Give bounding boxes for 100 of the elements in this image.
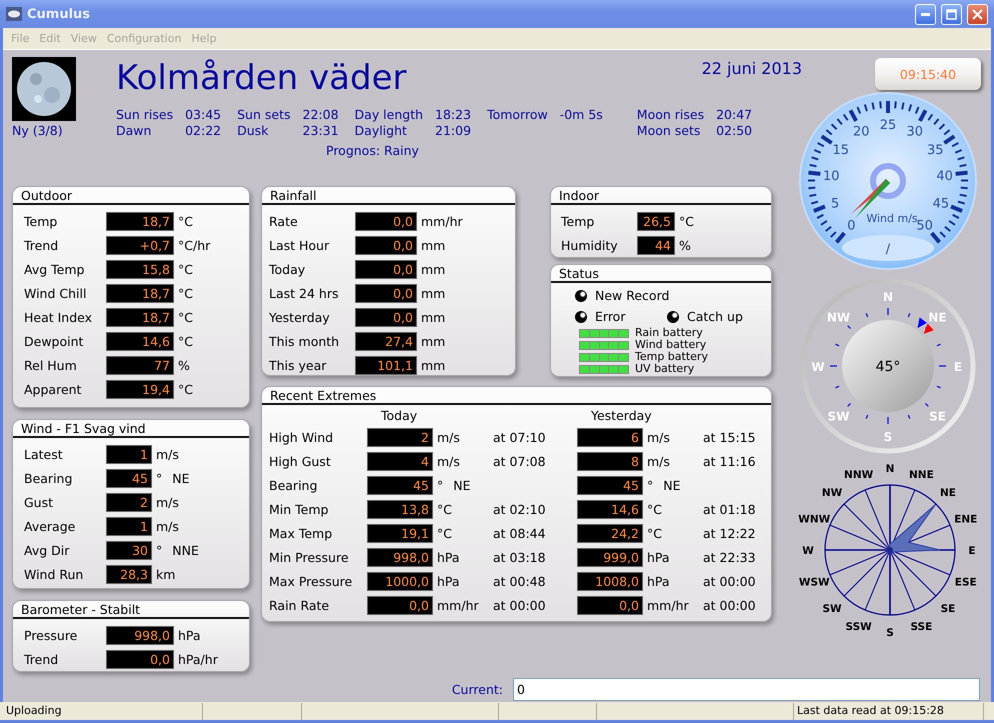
scale-label: 30 xyxy=(906,124,923,140)
direction-label: NW xyxy=(826,310,850,324)
direction-label: WNW xyxy=(798,514,830,526)
direction-label: ESE xyxy=(954,576,976,588)
almanac-label: Dawn xyxy=(116,123,152,138)
forecast-text: Prognos: Rainy xyxy=(325,143,420,158)
unit-label: hPa xyxy=(646,574,670,588)
unit-label: m/s xyxy=(436,430,460,444)
value-readout: 45 xyxy=(577,476,643,494)
field-label: Temp xyxy=(561,214,596,228)
field-label: Rate xyxy=(269,214,299,228)
field-label: Bearing xyxy=(269,478,318,492)
unit-label: ° xyxy=(436,478,444,492)
value-readout: 998,0 xyxy=(367,548,433,566)
panel-title: Recent Extremes xyxy=(262,387,771,405)
wind-rose-petal xyxy=(886,504,940,554)
direction-label: SW xyxy=(822,602,842,615)
close-button[interactable] xyxy=(967,4,988,24)
direction-label: NNW xyxy=(844,469,873,482)
almanac-label: Dusk xyxy=(237,123,270,138)
direction-label: SW xyxy=(827,410,849,424)
unit-label: °C xyxy=(678,214,694,228)
unit-label: °C xyxy=(177,262,193,276)
field-label: Max Pressure xyxy=(269,574,354,588)
unit-label: m/s xyxy=(646,454,670,468)
field-label: High Gust xyxy=(269,454,332,468)
unit-label: hPa xyxy=(646,550,670,564)
unit-label: ° xyxy=(155,542,162,558)
unit-label: m/s xyxy=(646,430,670,444)
almanac-label: Moon rises xyxy=(636,107,704,122)
direction-label: NE xyxy=(663,478,680,492)
field-label: Today xyxy=(269,262,306,276)
field-label: This month xyxy=(269,334,340,348)
value-readout: 45 xyxy=(367,476,433,494)
value-readout: 1 xyxy=(106,444,152,464)
unit-label: °C xyxy=(646,526,662,540)
scale-label: 10 xyxy=(822,169,840,184)
unit-label: % xyxy=(177,358,190,372)
panel-title: Outdoor xyxy=(13,187,249,205)
value-readout: 77 xyxy=(106,356,174,374)
unit-label: °C xyxy=(177,382,193,396)
unit-label: °C xyxy=(177,334,193,348)
field-label: Last Hour xyxy=(269,238,330,252)
battery-label: Rain battery xyxy=(635,327,703,339)
moon-phase: Ny (3/8) xyxy=(12,123,64,138)
unit-label: °C xyxy=(436,502,452,516)
value-readout: 6 xyxy=(577,428,643,446)
gauge-label: Wind m/s xyxy=(866,212,918,225)
value-readout: 30 xyxy=(106,540,152,560)
direction-label: SSE xyxy=(910,620,932,633)
time-label: at 03:18 xyxy=(493,550,547,564)
direction-label: NE xyxy=(928,310,946,324)
field-label: Max Temp xyxy=(269,526,334,540)
field-label: Avg Dir xyxy=(24,542,70,558)
bearing-reading: 45° xyxy=(875,359,900,375)
panel-title: Wind - F1 Svag vind xyxy=(13,420,249,438)
value-readout: 1000,0 xyxy=(367,572,433,590)
maximize-button[interactable] xyxy=(941,4,962,24)
unit-label: hPa/hr xyxy=(177,652,218,666)
value-readout: +0,7 xyxy=(106,236,174,254)
field-label: Last 24 hrs xyxy=(269,286,340,300)
station-title: Kolmården väder xyxy=(116,57,406,99)
value-readout: 19,1 xyxy=(367,524,433,542)
value-readout: 14,6 xyxy=(106,332,174,350)
almanac-value: 02:50 xyxy=(716,123,752,138)
almanac-label: Day length xyxy=(354,107,424,122)
time-label: at 11:16 xyxy=(703,454,757,468)
almanac-value: 23:31 xyxy=(302,123,339,138)
value-readout: 998,0 xyxy=(106,626,174,644)
unit-label: mm/hr xyxy=(646,598,689,612)
current-field[interactable]: 0 xyxy=(513,678,980,701)
direction-label: S xyxy=(883,430,892,444)
field-label: Yesterday xyxy=(269,310,331,324)
unit-label: % xyxy=(678,238,691,252)
direction-label: W xyxy=(810,360,824,374)
unit-label: mm/hr xyxy=(436,598,479,612)
value-readout: 999,0 xyxy=(577,548,643,566)
direction-label: N xyxy=(882,290,893,304)
almanac-label: Sun sets xyxy=(237,107,290,122)
value-readout: 14,6 xyxy=(577,500,643,518)
almanac-label: Moon sets xyxy=(636,123,702,138)
unit-label: hPa xyxy=(177,628,201,642)
direction-label: S xyxy=(886,627,894,639)
almanac-value: 18:23 xyxy=(435,107,472,122)
scale-label: 45 xyxy=(932,196,949,212)
scale-label: 35 xyxy=(926,143,944,158)
field-label: Rel Hum xyxy=(24,358,78,372)
minimize-button[interactable] xyxy=(915,4,936,24)
direction-label: SE xyxy=(928,410,946,424)
time-label: at 07:10 xyxy=(493,430,547,444)
direction-label: NE xyxy=(172,470,190,486)
direction-label: NE xyxy=(940,487,956,500)
unit-label: mm xyxy=(420,334,446,348)
direction-label: W xyxy=(802,545,814,557)
value-readout: 8 xyxy=(577,452,643,470)
field-label: Dewpoint xyxy=(24,334,84,348)
field-label: Avg Temp xyxy=(24,262,86,276)
led-label: Error xyxy=(595,309,626,324)
cloud-icon xyxy=(6,7,22,21)
almanac-value: -0m 5s xyxy=(560,107,603,124)
